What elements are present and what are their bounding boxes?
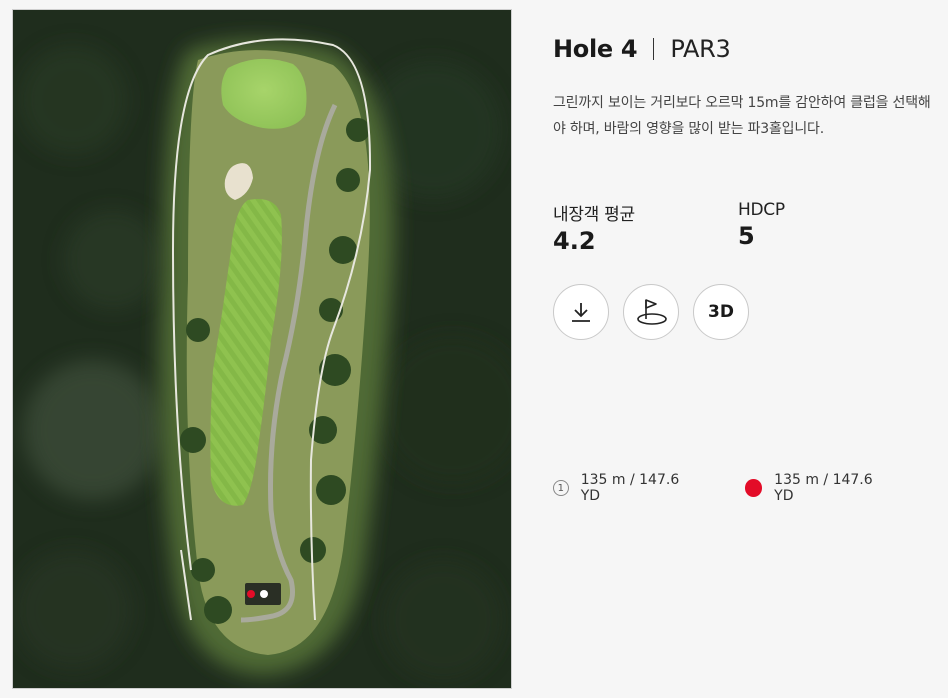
- tee-item-red: 135 m / 147.6 YD: [744, 472, 894, 504]
- hdcp-value: 5: [738, 222, 755, 250]
- hole-header: Hole 4 PAR3: [553, 32, 938, 66]
- action-buttons: 3D: [553, 284, 763, 340]
- 3d-view-button[interactable]: 3D: [693, 284, 749, 340]
- hole-description: 그린까지 보이는 거리보다 오르막 15m를 감안하여 클럽을 선택해야 하며,…: [553, 95, 931, 137]
- hdcp-stat: HDCP 5: [738, 200, 785, 250]
- tee-distance-1: 135 m / 147.6 YD: [580, 472, 680, 504]
- 3d-button-label: 3D: [708, 302, 734, 322]
- tee-item-1: 1 135 m / 147.6 YD: [553, 472, 701, 504]
- hole-map: [12, 9, 512, 689]
- visitor-average-stat: 내장객 평균 4.2: [553, 200, 635, 255]
- tee-distance-legend: 1 135 m / 147.6 YD 135 m / 147.6 YD: [553, 472, 938, 504]
- download-icon: [572, 303, 590, 322]
- tee-distance-2: 135 m / 147.6 YD: [774, 472, 873, 504]
- download-button[interactable]: [553, 284, 609, 340]
- hdcp-label: HDCP: [738, 200, 785, 220]
- red-tee-dot-icon: [744, 479, 763, 497]
- visitor-average-label: 내장객 평균: [553, 205, 635, 225]
- tee-number-marker: 1: [553, 480, 569, 496]
- visitor-average-value: 4.2: [553, 227, 596, 255]
- hole-flag-button[interactable]: [623, 284, 679, 340]
- golf-flag-icon: [637, 299, 667, 325]
- par-label: PAR3: [670, 35, 731, 63]
- hole-stats: 내장객 평균 4.2 HDCP 5: [553, 200, 938, 260]
- title-divider: [653, 38, 655, 60]
- hole-title: Hole 4: [553, 35, 638, 63]
- hole-info-panel: Hole 4 PAR3 그린까지 보이는 거리보다 오르막 15m를 감안하여 …: [553, 32, 938, 504]
- aerial-map-image: [13, 10, 511, 688]
